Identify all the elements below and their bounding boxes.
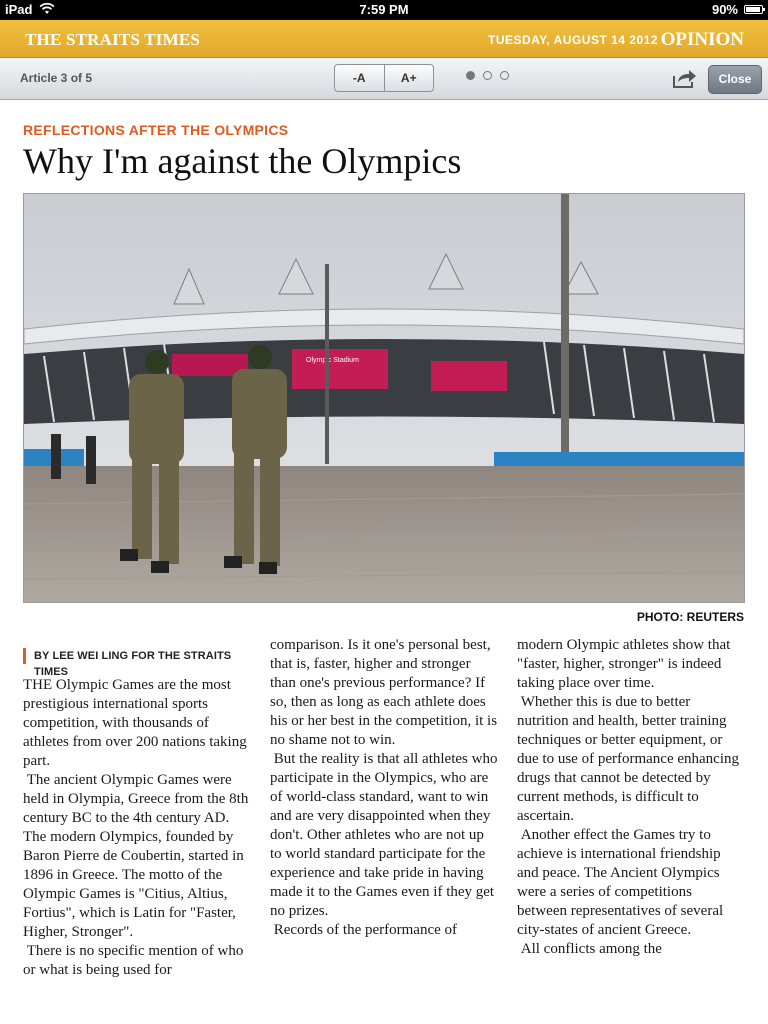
page-dot[interactable]: [500, 71, 509, 80]
article-counter: Article 3 of 5: [20, 71, 93, 85]
close-button[interactable]: Close: [708, 65, 762, 94]
increase-font-button[interactable]: A+: [383, 65, 434, 91]
share-icon[interactable]: [672, 67, 698, 89]
paragraph: But the reality is that all athletes who…: [270, 751, 498, 919]
article-kicker: REFLECTIONS AFTER THE OLYMPICS: [23, 122, 289, 138]
font-size-control: -A A+: [334, 64, 434, 92]
article-column-3: modern Olympic athletes show that "faste…: [517, 636, 745, 1004]
section-title: OPINION: [660, 29, 744, 50]
decrease-font-button[interactable]: -A: [335, 65, 384, 91]
newspaper-logo: THE STRAITS TIMES: [25, 30, 201, 49]
paragraph: There is no specific mention of who or w…: [23, 943, 244, 978]
paragraph: Another effect the Games try to achieve …: [517, 827, 724, 938]
issue-date: TUESDAY, AUGUST 14 2012: [487, 33, 658, 47]
article-toolbar: Article 3 of 5 -A A+ Close: [0, 58, 768, 100]
byline: BY LEE WEI LING FOR THE STRAITS TIMES: [23, 648, 251, 678]
paragraph: comparison. Is it one's personal best, t…: [270, 637, 498, 748]
page-dot[interactable]: [466, 71, 475, 80]
paragraph: The ancient Olympic Games were held in O…: [23, 772, 249, 940]
status-bar: iPad 7:59 PM 90%: [0, 0, 768, 20]
page-indicator[interactable]: [466, 71, 509, 80]
paragraph: modern Olympic athletes show that "faste…: [517, 637, 731, 691]
photo-credit: PHOTO: REUTERS: [636, 610, 744, 624]
article-photo: Olympic Stadium: [23, 193, 745, 603]
article-headline: Why I'm against the Olympics: [23, 141, 462, 181]
clock: 7:59 PM: [359, 2, 409, 17]
battery-percent: 90%: [711, 2, 738, 17]
page-dot[interactable]: [483, 71, 492, 80]
stadium-sign-text: Olympic Stadium: [306, 357, 359, 364]
battery-icon: [744, 5, 765, 14]
article-column-1: BY LEE WEI LING FOR THE STRAITS TIMES TH…: [23, 636, 251, 1004]
paragraph: All conflicts among the: [517, 941, 662, 957]
article-column-2: comparison. Is it one's personal best, t…: [270, 636, 498, 1004]
masthead: THE STRAITS TIMES TUESDAY, AUGUST 14 201…: [0, 20, 768, 58]
paragraph: THE Olympic Games are the most prestigio…: [23, 677, 247, 769]
paragraph: Records of the performance of: [270, 922, 458, 938]
paragraph: Whether this is due to better nutrition …: [517, 694, 739, 824]
